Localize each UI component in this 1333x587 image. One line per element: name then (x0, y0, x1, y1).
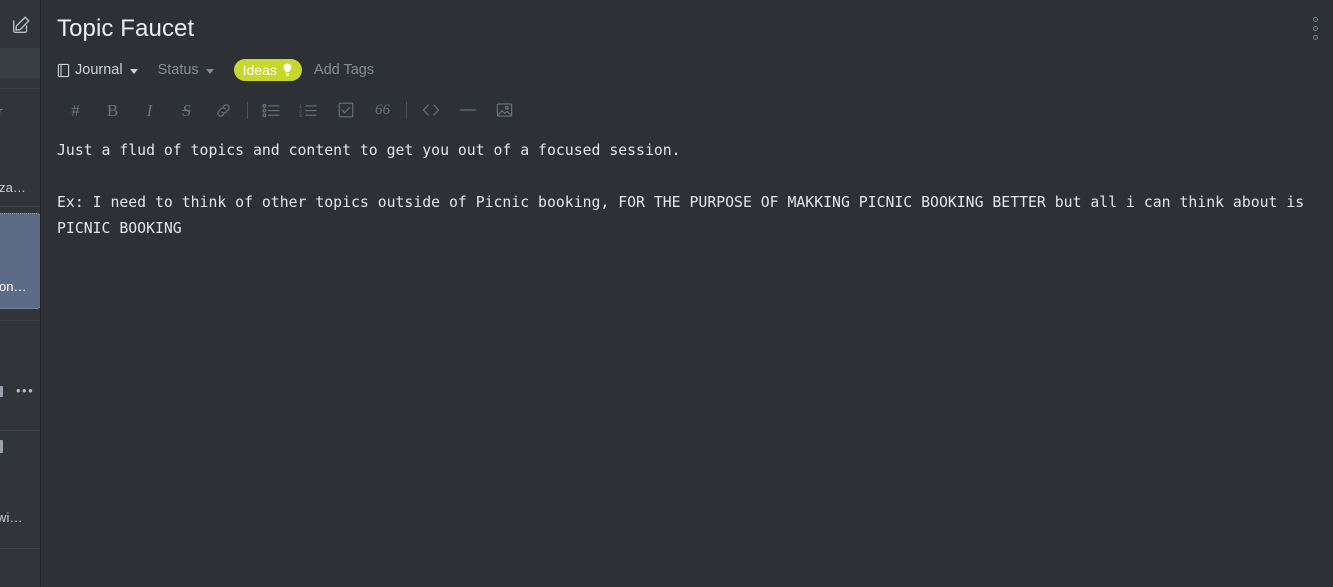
horizontal-rule-button[interactable] (449, 97, 486, 123)
sidebar-divider (0, 548, 40, 549)
toolbar-divider (247, 101, 248, 119)
list-item-overflow-icon[interactable]: ••• (16, 383, 34, 398)
compose-edit-icon (10, 14, 32, 36)
numbered-list-button[interactable]: 1 2 3 (290, 97, 327, 123)
app-window: r za… on… y ••• wi… Topic Faucet (0, 0, 1333, 587)
kebab-dot (1312, 34, 1318, 40)
checklist-button[interactable] (327, 97, 364, 123)
compose-note-button[interactable] (0, 6, 40, 44)
image-icon (496, 102, 513, 118)
note-metadata-row: Journal Status Ideas Add Tags (57, 58, 374, 82)
list-item-marker (0, 440, 3, 453)
link-icon (215, 102, 232, 119)
checkbox-icon (338, 102, 354, 118)
notebook-selector[interactable]: Journal (57, 59, 144, 81)
kebab-menu-icon[interactable] (1307, 11, 1323, 45)
code-brackets-icon (422, 103, 440, 117)
bullet-list-button[interactable] (253, 97, 290, 123)
list-item-selected[interactable]: on… (0, 213, 40, 309)
book-icon (57, 63, 70, 78)
list-item[interactable]: r (0, 104, 2, 119)
list-item[interactable]: y (0, 384, 3, 399)
editor-paragraph: Just a flud of topics and content to get… (57, 142, 681, 159)
quote-icon: 66 (375, 101, 390, 118)
list-item-label: on… (0, 279, 27, 294)
toolbar-divider (406, 101, 407, 119)
tag-label: Ideas (242, 62, 277, 78)
tag-ideas[interactable]: Ideas (233, 59, 302, 81)
italic-button[interactable]: I (131, 97, 168, 123)
list-item[interactable]: wi… (0, 510, 23, 525)
sidebar-divider (0, 430, 40, 431)
chevron-down-icon (129, 68, 138, 74)
sidebar: r za… on… y ••• wi… (0, 0, 41, 587)
kebab-dot (1312, 16, 1318, 22)
sidebar-divider (0, 320, 40, 321)
sidebar-divider (0, 88, 40, 89)
numbered-list-icon: 1 2 3 (299, 103, 318, 118)
blockquote-button[interactable]: 66 (364, 97, 401, 123)
sidebar-divider (0, 206, 40, 207)
bullet-list-icon (262, 103, 281, 118)
bold-button[interactable]: B (94, 97, 131, 123)
status-selector[interactable]: Status (158, 59, 220, 81)
heading-button[interactable]: # (57, 97, 94, 123)
note-body-editor[interactable]: Just a flud of topics and content to get… (57, 138, 1333, 587)
add-tags-button[interactable]: Add Tags (314, 62, 374, 78)
strikethrough-button[interactable]: S (168, 97, 205, 123)
kebab-dot (1312, 25, 1318, 31)
notebook-label: Journal (75, 62, 123, 78)
note-editor-pane: Topic Faucet Journal Status Ideas Add Ta… (41, 0, 1333, 587)
lightbulb-icon (282, 63, 293, 77)
chevron-down-icon (205, 68, 214, 74)
status-label: Status (157, 62, 199, 78)
list-item[interactable]: za… (0, 180, 26, 195)
svg-text:3: 3 (299, 113, 302, 118)
link-button[interactable] (205, 97, 242, 123)
editor-paragraph: Ex: I need to think of other topics outs… (57, 194, 1314, 237)
image-button[interactable] (486, 97, 523, 123)
horizontal-rule-icon (459, 104, 477, 116)
sidebar-search-input[interactable] (0, 48, 40, 78)
format-toolbar: # B I S 1 2 3 66 (57, 96, 523, 124)
code-button[interactable] (412, 97, 449, 123)
page-title[interactable]: Topic Faucet (57, 14, 194, 44)
